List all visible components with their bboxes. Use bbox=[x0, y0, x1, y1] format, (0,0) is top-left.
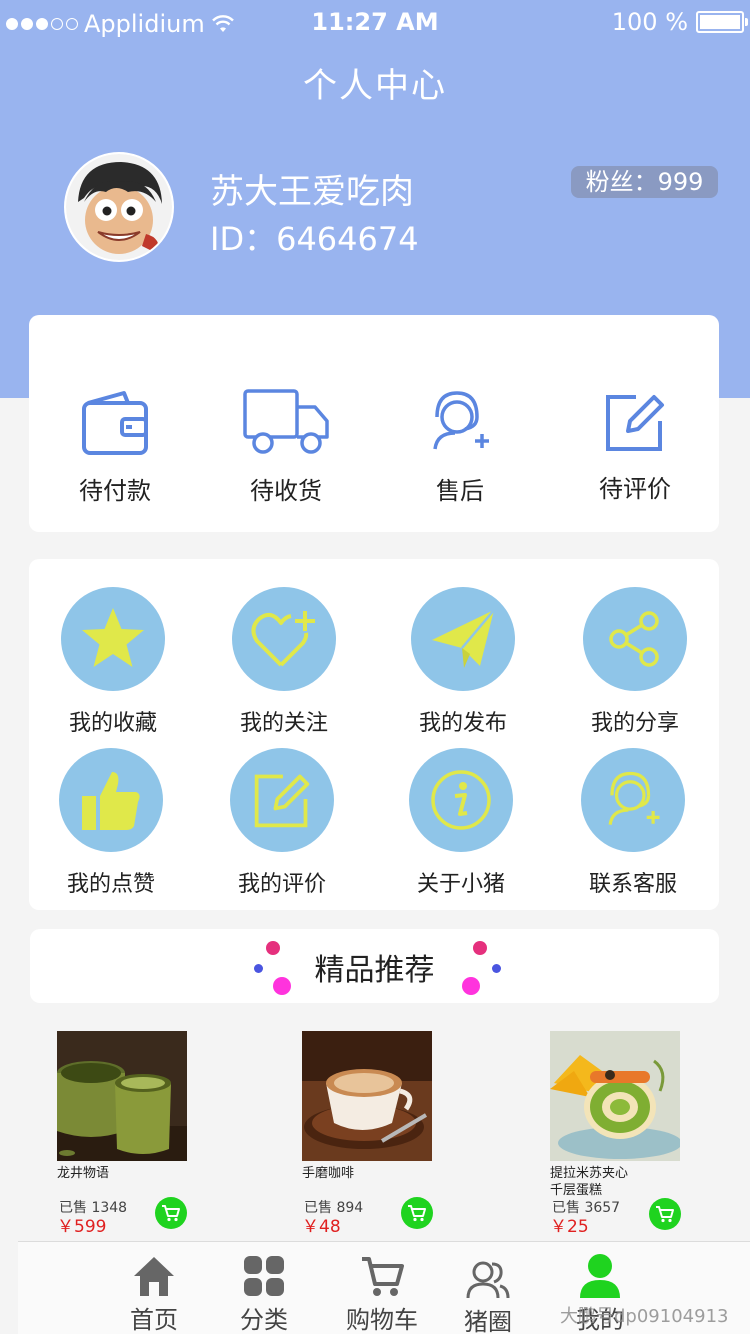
service-label: 关于小猪 bbox=[416, 872, 505, 897]
service-reviews[interactable]: 我的评价 bbox=[207, 748, 357, 898]
group-icon bbox=[466, 1261, 510, 1299]
page-title: 个人中心 bbox=[303, 66, 447, 106]
fans-badge[interactable]: 粉丝：999 bbox=[571, 166, 718, 198]
product-price: ￥599 bbox=[57, 1217, 107, 1237]
tab-label: 购物车 bbox=[346, 1306, 418, 1334]
paper-plane-icon bbox=[432, 609, 495, 668]
battery-icon bbox=[696, 11, 748, 33]
share-icon bbox=[609, 611, 659, 667]
service-label: 我的收藏 bbox=[68, 711, 157, 736]
product-price: ￥48 bbox=[302, 1217, 341, 1237]
service-label: 我的评价 bbox=[237, 872, 326, 897]
product-card[interactable]: 提拉米苏夹心 千层蛋糕 已售 3657 ￥25 bbox=[550, 1031, 700, 1237]
service-follows[interactable]: 我的关注 bbox=[209, 587, 359, 737]
service-contact-support[interactable]: 联系客服 bbox=[558, 748, 708, 898]
order-pending-delivery[interactable]: 待收货 bbox=[211, 387, 361, 506]
product-image bbox=[550, 1031, 680, 1161]
service-label: 联系客服 bbox=[588, 872, 677, 897]
service-label: 我的发布 bbox=[418, 711, 507, 736]
cart-icon bbox=[656, 1206, 674, 1223]
product-name: 龙井物语 bbox=[57, 1166, 110, 1181]
service-circle bbox=[61, 587, 165, 691]
star-icon bbox=[82, 608, 144, 667]
edit-icon bbox=[254, 774, 310, 828]
status-bar: Applidium 11:27 AM 100 % bbox=[0, 0, 750, 44]
user-id: ID：6464674 bbox=[210, 220, 419, 258]
tab-category[interactable]: 分类 bbox=[214, 1254, 314, 1334]
user-icon bbox=[580, 1254, 620, 1298]
home-icon bbox=[134, 1257, 174, 1296]
cart-icon bbox=[162, 1205, 180, 1222]
cart-icon bbox=[362, 1257, 404, 1296]
service-circle bbox=[232, 587, 336, 691]
order-after-sale[interactable]: 售后 bbox=[385, 387, 535, 506]
grid-icon bbox=[244, 1256, 284, 1296]
tab-home[interactable]: 首页 bbox=[104, 1254, 204, 1334]
heart-plus-icon bbox=[251, 611, 315, 667]
product-image bbox=[302, 1031, 432, 1161]
order-label: 售后 bbox=[436, 477, 484, 505]
service-circle bbox=[583, 587, 687, 691]
service-circle bbox=[411, 587, 515, 691]
decor-dot bbox=[492, 964, 501, 973]
tab-pigsty[interactable]: 猪圈 bbox=[438, 1260, 538, 1334]
watermark: 大鹏号dp09104913 bbox=[560, 1306, 729, 1327]
order-pending-payment[interactable]: 待付款 bbox=[40, 389, 190, 506]
product-card[interactable]: 龙井物语 已售 1348 ￥599 bbox=[57, 1031, 207, 1237]
tab-label: 分类 bbox=[240, 1306, 288, 1334]
add-to-cart-button[interactable] bbox=[649, 1198, 681, 1230]
service-favorites[interactable]: 我的收藏 bbox=[38, 587, 188, 737]
edit-icon bbox=[606, 395, 664, 451]
orders-card: 待付款 待收货 售后 待评价 bbox=[29, 315, 719, 532]
info-icon bbox=[431, 770, 491, 830]
order-label: 待付款 bbox=[79, 477, 151, 505]
cart-icon bbox=[408, 1205, 426, 1222]
service-label: 我的点赞 bbox=[66, 872, 155, 897]
customer-service-icon bbox=[608, 771, 660, 825]
add-to-cart-button[interactable] bbox=[155, 1197, 187, 1229]
tab-cart[interactable]: 购物车 bbox=[332, 1254, 432, 1334]
service-label: 我的分享 bbox=[590, 711, 679, 736]
status-right: 100 % bbox=[611, 8, 748, 36]
service-about[interactable]: 关于小猪 bbox=[386, 748, 536, 898]
product-card[interactable]: 手磨咖啡 已售 894 ￥48 bbox=[302, 1031, 452, 1237]
product-name: 提拉米苏夹心 千层蛋糕 bbox=[550, 1166, 629, 1198]
decor-dot bbox=[462, 977, 480, 995]
product-name: 手磨咖啡 bbox=[302, 1166, 355, 1181]
service-circle bbox=[230, 748, 334, 852]
wallet-icon bbox=[82, 391, 148, 455]
service-share[interactable]: 我的分享 bbox=[560, 587, 710, 737]
service-circle bbox=[409, 748, 513, 852]
recommend-title: 精品推荐 bbox=[314, 953, 435, 988]
product-image bbox=[57, 1031, 187, 1161]
avatar-image bbox=[66, 154, 172, 260]
decor-dot bbox=[473, 941, 487, 955]
service-likes[interactable]: 我的点赞 bbox=[36, 748, 186, 898]
battery-percent: 100 % bbox=[611, 8, 688, 36]
add-to-cart-button[interactable] bbox=[401, 1197, 433, 1229]
order-label: 待评价 bbox=[599, 475, 671, 503]
service-circle bbox=[581, 748, 685, 852]
service-publish[interactable]: 我的发布 bbox=[388, 587, 538, 737]
product-price: ￥25 bbox=[550, 1217, 589, 1237]
service-label: 我的关注 bbox=[239, 711, 328, 736]
tab-label: 猪圈 bbox=[464, 1308, 512, 1334]
thumbs-up-icon bbox=[82, 772, 140, 830]
avatar[interactable] bbox=[64, 152, 174, 262]
service-circle bbox=[59, 748, 163, 852]
customer-service-icon bbox=[433, 391, 489, 450]
recommend-header: 精品推荐 bbox=[30, 929, 719, 1003]
services-card: 我的收藏 我的关注 我的发布 我的分享 我的点赞 我的评价 关于小猪 联系客服 bbox=[29, 559, 719, 910]
tab-label: 首页 bbox=[130, 1306, 178, 1334]
order-pending-review[interactable]: 待评价 bbox=[560, 389, 710, 504]
username: 苏大王爱吃肉 bbox=[210, 172, 414, 212]
order-label: 待收货 bbox=[250, 477, 322, 505]
truck-icon bbox=[243, 389, 329, 454]
